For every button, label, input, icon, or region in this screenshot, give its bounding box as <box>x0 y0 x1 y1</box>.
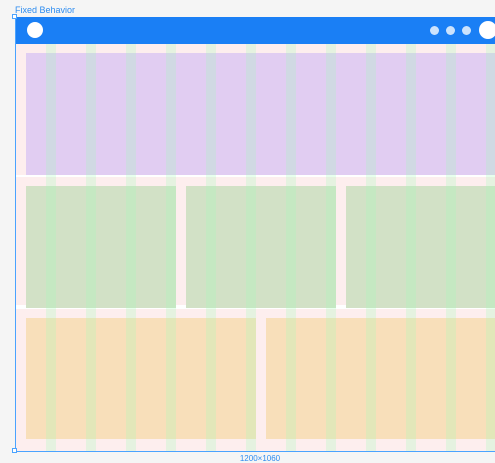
content-block-half-1 <box>26 318 256 439</box>
app-header <box>16 17 495 44</box>
content-block-full <box>26 53 495 175</box>
circle-logo-icon[interactable] <box>27 22 43 38</box>
content-block-col-3 <box>346 186 495 308</box>
resize-handle-top-left[interactable] <box>12 14 17 19</box>
avatar-icon[interactable] <box>479 21 495 39</box>
frame-title: Fixed Behavior <box>15 5 76 15</box>
resize-handle-bottom-left[interactable] <box>12 448 17 453</box>
frame-size-label: 1200×1060 <box>239 454 281 463</box>
content-block-col-2 <box>186 186 336 308</box>
content-block-half-2 <box>266 318 495 439</box>
artboard-frame[interactable] <box>15 17 495 452</box>
menu-dot-icon[interactable] <box>462 26 471 35</box>
menu-dot-icon[interactable] <box>430 26 439 35</box>
content-block-col-1 <box>26 186 176 308</box>
menu-dot-icon[interactable] <box>446 26 455 35</box>
